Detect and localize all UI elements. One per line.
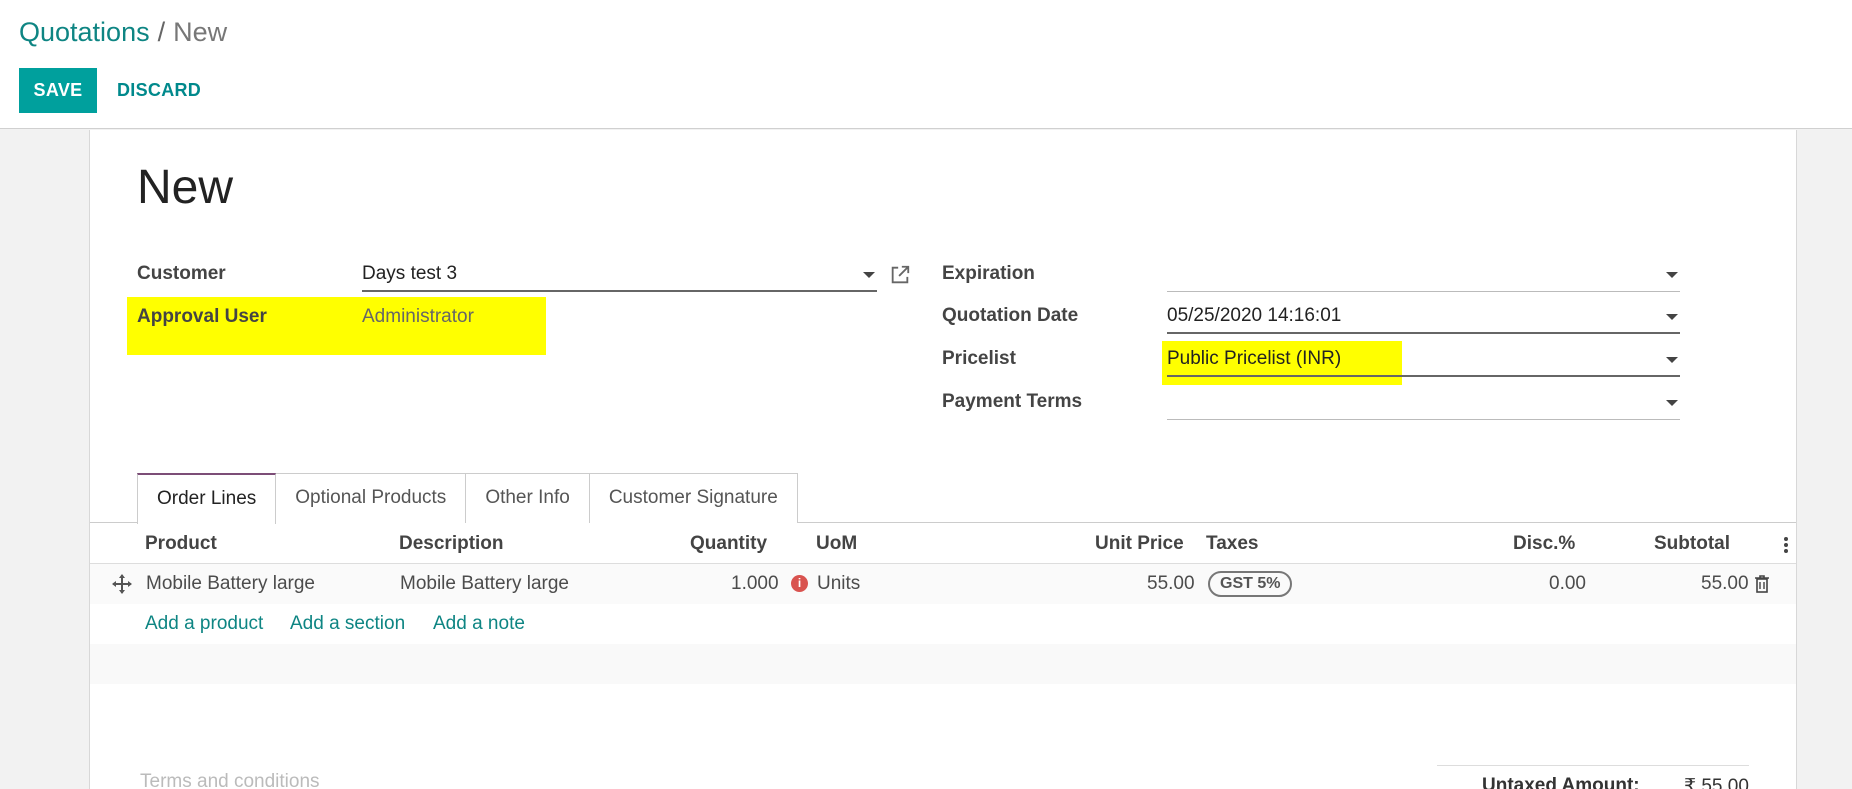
totals-divider	[1437, 765, 1749, 766]
customer-field[interactable]: Days test 3	[362, 260, 877, 292]
chevron-down-icon[interactable]	[1666, 357, 1678, 363]
column-description[interactable]: Description	[399, 533, 504, 555]
tax-tag[interactable]: GST 5%	[1208, 571, 1293, 597]
row-product[interactable]: Mobile Battery large	[146, 573, 315, 595]
control-panel: Quotations / New SAVE DISCARD	[0, 0, 1852, 129]
add-section-link[interactable]: Add a section	[290, 613, 405, 635]
quotation-date-field[interactable]: 05/25/2020 14:16:01	[1167, 302, 1680, 334]
column-quantity[interactable]: Quantity	[690, 533, 767, 555]
column-product[interactable]: Product	[145, 533, 217, 555]
tab-order-lines[interactable]: Order Lines	[137, 473, 277, 524]
pricelist-value: Public Pricelist (INR)	[1167, 348, 1342, 369]
row-uom[interactable]: Units	[817, 573, 860, 595]
column-uom[interactable]: UoM	[816, 533, 857, 555]
payment-terms-label: Payment Terms	[942, 391, 1083, 412]
row-subtotal[interactable]: 55.00	[1701, 573, 1749, 595]
add-product-link[interactable]: Add a product	[145, 613, 263, 635]
record-title: New	[137, 161, 234, 214]
column-options-icon[interactable]	[1783, 536, 1789, 554]
column-taxes[interactable]: Taxes	[1206, 533, 1258, 555]
info-icon[interactable]: i	[791, 575, 808, 592]
chevron-down-icon[interactable]	[863, 272, 875, 278]
approval-user-value: Administrator	[362, 306, 474, 327]
tab-customer-signature[interactable]: Customer Signature	[588, 473, 798, 523]
chevron-down-icon[interactable]	[1666, 314, 1678, 320]
pricelist-field[interactable]: Public Pricelist (INR)	[1167, 345, 1680, 377]
breadcrumb-quotations-link[interactable]: Quotations	[19, 17, 150, 47]
chevron-down-icon[interactable]	[1666, 400, 1678, 406]
discard-button[interactable]: DISCARD	[117, 80, 201, 101]
breadcrumb-current: New	[173, 17, 228, 47]
drag-handle-icon[interactable]	[112, 574, 132, 594]
empty-row	[90, 644, 1796, 684]
payment-terms-field[interactable]	[1167, 388, 1680, 420]
table-row[interactable]	[90, 564, 1796, 604]
quotation-date-label: Quotation Date	[942, 305, 1079, 326]
external-link-icon[interactable]	[889, 264, 911, 286]
row-unit-price[interactable]: 55.00	[1147, 573, 1195, 595]
expiration-label: Expiration	[942, 263, 1035, 284]
tab-other-info[interactable]: Other Info	[465, 473, 590, 523]
tab-optional-products[interactable]: Optional Products	[275, 473, 467, 523]
customer-value: Days test 3	[362, 263, 458, 284]
chevron-down-icon[interactable]	[1666, 272, 1678, 278]
customer-label: Customer	[137, 263, 226, 284]
row-discount[interactable]: 0.00	[1549, 573, 1586, 595]
add-note-link[interactable]: Add a note	[433, 613, 525, 635]
row-quantity[interactable]: 1.000	[731, 573, 779, 595]
row-description[interactable]: Mobile Battery large	[400, 573, 569, 595]
breadcrumb-separator: /	[157, 17, 166, 47]
expiration-field[interactable]	[1167, 260, 1680, 292]
untaxed-amount-value: ₹ 55.00	[1684, 776, 1749, 789]
column-subtotal[interactable]: Subtotal	[1654, 533, 1730, 555]
trash-icon[interactable]	[1754, 575, 1770, 593]
quotation-date-value: 05/25/2020 14:16:01	[1167, 305, 1342, 326]
approval-user-label: Approval User	[137, 306, 267, 327]
column-discount[interactable]: Disc.%	[1513, 533, 1575, 555]
terms-field[interactable]: Terms and conditions	[140, 771, 320, 789]
pricelist-label: Pricelist	[942, 348, 1016, 369]
form-sheet: New Customer Days test 3 Approval User A…	[89, 130, 1797, 789]
notebook-tabs: Order Lines Optional Products Other Info…	[137, 473, 798, 524]
untaxed-amount-label: Untaxed Amount:	[1482, 775, 1640, 789]
save-button[interactable]: SAVE	[19, 68, 97, 113]
breadcrumb: Quotations / New	[19, 17, 227, 48]
column-unit-price[interactable]: Unit Price	[1095, 533, 1184, 555]
